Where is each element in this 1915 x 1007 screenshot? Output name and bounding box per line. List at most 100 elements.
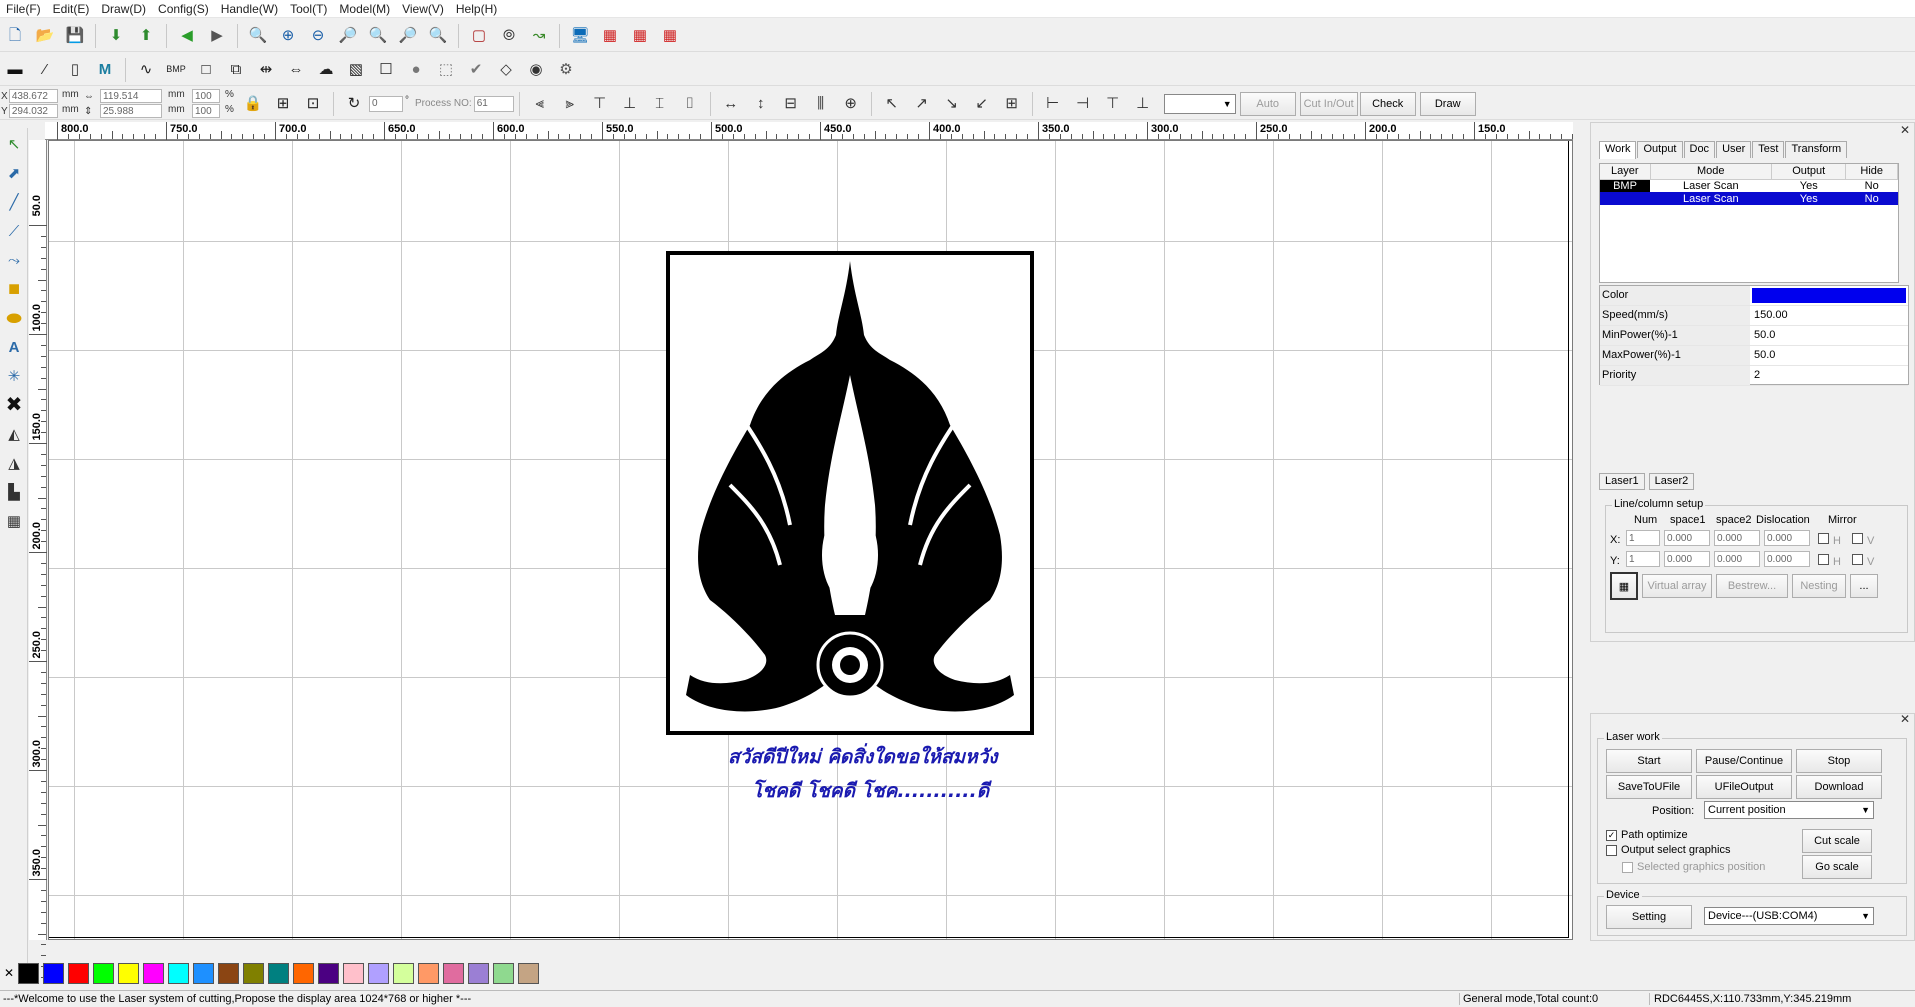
y-mirror-v[interactable]: V: [1852, 554, 1874, 568]
mirror-v-icon[interactable]: ◮: [1, 450, 27, 476]
height-percent-field[interactable]: 100: [192, 104, 220, 118]
array-red-icon[interactable]: ▦: [597, 23, 623, 49]
color-swatch[interactable]: [268, 962, 289, 984]
hspace-icon[interactable]: ⫼: [808, 91, 834, 117]
color-swatch[interactable]: [418, 962, 439, 984]
sphere-icon[interactable]: ●: [403, 57, 429, 83]
distribute-icon[interactable]: ⇹: [253, 57, 279, 83]
tab-laser2[interactable]: Laser2: [1648, 473, 1695, 490]
color-swatch[interactable]: [243, 962, 264, 984]
layer-col-header[interactable]: Output: [1771, 164, 1847, 180]
color-swatch[interactable]: [43, 962, 64, 984]
output-select-checkbox[interactable]: [1606, 844, 1617, 856]
star-point-icon[interactable]: ✳: [1, 363, 27, 389]
stop-button[interactable]: Stop: [1796, 749, 1882, 773]
x-mirror-v-checkbox[interactable]: [1852, 533, 1863, 544]
color-swatch[interactable]: [68, 962, 89, 984]
magic-wand-icon[interactable]: ⁄: [32, 57, 58, 83]
tab-work[interactable]: Work: [1599, 141, 1637, 159]
layer-col-header[interactable]: Layer: [1600, 164, 1651, 180]
lock-icon[interactable]: 🔒: [240, 91, 266, 117]
array-grid-button[interactable]: ▦: [1610, 572, 1638, 600]
bitmap-handle-icon[interactable]: ▧: [343, 57, 369, 83]
y-mirror-v-checkbox[interactable]: [1852, 554, 1863, 565]
y-mirror-h-checkbox[interactable]: [1818, 554, 1829, 565]
setting-button[interactable]: Setting: [1606, 905, 1692, 929]
color-swatch[interactable]: [143, 962, 164, 984]
same-size-icon[interactable]: ⊟: [778, 91, 804, 117]
undo-icon[interactable]: ◀: [174, 23, 200, 49]
monitor-icon[interactable]: 🖥: [567, 23, 593, 49]
menu-item[interactable]: File(F): [0, 2, 47, 16]
color-swatch[interactable]: [18, 962, 39, 984]
prop-value[interactable]: 2: [1750, 366, 1908, 385]
menu-item[interactable]: Tool(T): [284, 2, 333, 16]
menu-item[interactable]: Draw(D): [95, 2, 152, 16]
check-frame-icon[interactable]: ✔: [463, 57, 489, 83]
left-edge-icon[interactable]: ⊢: [1040, 91, 1066, 117]
menu-item[interactable]: Help(H): [450, 2, 503, 16]
page-center-icon[interactable]: ⊞: [999, 91, 1025, 117]
laser-device-icon[interactable]: ▬: [2, 57, 28, 83]
draw-button[interactable]: Draw: [1419, 91, 1476, 116]
m-icon[interactable]: M: [92, 57, 118, 83]
layer-col-header[interactable]: Mode: [1650, 164, 1773, 180]
bestrew-button[interactable]: Bestrew...: [1716, 574, 1788, 598]
prop-value[interactable]: 50.0: [1750, 346, 1908, 365]
x-num-field[interactable]: 1: [1626, 530, 1660, 546]
start-button[interactable]: Start: [1606, 749, 1692, 773]
select-frame-icon[interactable]: ▢: [466, 23, 492, 49]
ufile-output-button[interactable]: UFileOutput: [1696, 775, 1792, 799]
polyline-icon[interactable]: ⟋: [1, 218, 27, 244]
close-icon[interactable]: ✕: [1900, 712, 1910, 726]
menu-item[interactable]: View(V): [396, 2, 450, 16]
menu-item[interactable]: Config(S): [152, 2, 215, 16]
color-swatch[interactable]: [118, 962, 139, 984]
top-right-icon[interactable]: ↗: [909, 91, 935, 117]
curve-tool-icon[interactable]: ⤳: [1, 247, 27, 273]
ellipse-tool-icon[interactable]: ⬬: [1, 305, 27, 331]
x-disloc-field[interactable]: 0.000: [1764, 530, 1810, 546]
align-center-h-icon[interactable]: ⌶: [647, 91, 673, 117]
zoom-in-icon[interactable]: ⊕: [275, 23, 301, 49]
check-button[interactable]: Check: [1359, 91, 1416, 116]
same-height-icon[interactable]: ↕: [748, 91, 774, 117]
color-swatch[interactable]: [218, 962, 239, 984]
color-swatch[interactable]: [443, 962, 464, 984]
open-folder-icon[interactable]: 📂: [32, 23, 58, 49]
spacing-icon[interactable]: ⇔: [283, 57, 309, 83]
zoom-out-icon[interactable]: ⊖: [305, 23, 331, 49]
bodhi-leaf-artwork[interactable]: [666, 251, 1034, 735]
height-field[interactable]: 25.988: [100, 104, 162, 118]
cloud-icon[interactable]: ☁: [313, 57, 339, 83]
width-field[interactable]: 119.514: [100, 89, 162, 103]
y-disloc-field[interactable]: 0.000: [1764, 551, 1810, 567]
select-arrow-icon[interactable]: ↖: [1, 131, 27, 157]
center-icon[interactable]: ⊕: [838, 91, 864, 117]
dashed-frame-icon[interactable]: ⬚: [433, 57, 459, 83]
tab-doc[interactable]: Doc: [1683, 141, 1716, 158]
rotate-icon[interactable]: ↻: [341, 91, 367, 117]
canvas-text-line1[interactable]: สวัสดีปีใหม่ คิดสิ่งใดขอให้สมหวัง: [728, 742, 998, 772]
zoom-fit-icon[interactable]: 🔍: [365, 23, 391, 49]
nesting-button[interactable]: Nesting: [1792, 574, 1846, 598]
top-left-icon[interactable]: ↖: [879, 91, 905, 117]
auto-button[interactable]: Auto: [1239, 91, 1296, 116]
zoom-icon[interactable]: 🔍: [245, 23, 271, 49]
width-percent-field[interactable]: 100: [192, 89, 220, 103]
tab-transform[interactable]: Transform: [1785, 141, 1848, 158]
save-to-ufile-button[interactable]: SaveToUFile: [1606, 775, 1692, 799]
x-coord-field[interactable]: 438.672: [8, 89, 58, 103]
selected-pos-option[interactable]: Selected graphics position: [1622, 861, 1765, 873]
bmp-icon[interactable]: BMP: [163, 57, 189, 83]
gear-icon[interactable]: ⚙: [553, 57, 579, 83]
grid-small-icon[interactable]: ⊞: [270, 91, 296, 117]
x-space1-field[interactable]: 0.000: [1664, 530, 1710, 546]
zoom-page-icon[interactable]: 🔎: [395, 23, 421, 49]
y-num-field[interactable]: 1: [1626, 551, 1660, 567]
new-file-icon[interactable]: 🗋: [2, 23, 28, 49]
same-width-icon[interactable]: ↔: [718, 91, 744, 117]
eye-icon[interactable]: ◉: [523, 57, 549, 83]
align-left-icon[interactable]: ⫷: [527, 91, 553, 117]
pause-continue-button[interactable]: Pause/Continue: [1696, 749, 1792, 773]
